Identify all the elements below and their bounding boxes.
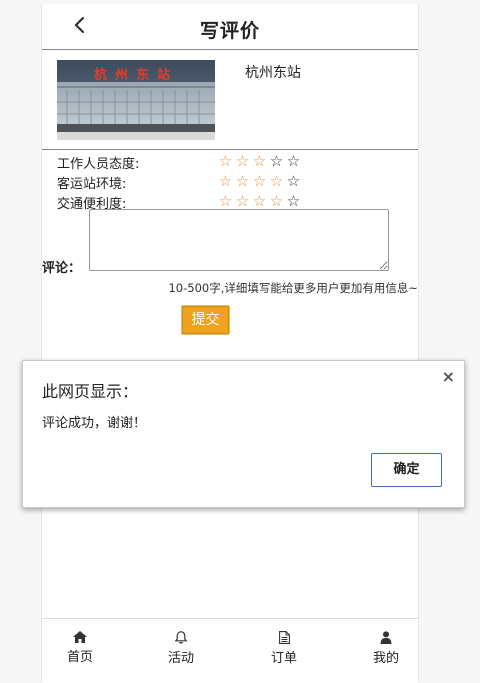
star-rating[interactable]: ☆ ☆ ☆ ☆ ☆ — [217, 151, 302, 171]
tab-home[interactable]: 首页 — [50, 619, 110, 677]
star-rating[interactable]: ☆ ☆ ☆ ☆ ☆ — [217, 171, 302, 191]
star-empty-icon[interactable]: ☆ — [268, 151, 285, 171]
star-filled-icon[interactable]: ☆ — [234, 171, 251, 191]
tab-label: 我的 — [372, 651, 399, 666]
star-filled-icon[interactable]: ☆ — [268, 191, 285, 211]
close-icon[interactable]: × — [442, 367, 455, 386]
tab-label: 活动 — [167, 651, 194, 666]
station-name: 杭州东站 — [245, 65, 301, 81]
station-info: 杭州东站 杭州东站 — [42, 50, 418, 150]
tab-activities[interactable]: 活动 — [151, 619, 211, 677]
bottom-tab-bar: 首页 活动 订单 我的 — [42, 618, 418, 683]
rating-row-staff-attitude: 工作人员态度: ☆ ☆ ☆ ☆ ☆ — [57, 152, 417, 172]
star-empty-icon[interactable]: ☆ — [285, 151, 302, 171]
comment-textarea[interactable] — [89, 209, 389, 271]
star-empty-icon[interactable]: ☆ — [285, 171, 302, 191]
app-page: 写评价 杭州东站 杭州东站 工作人员态度: ☆ ☆ ☆ ☆ ☆ 客运站环境: ☆… — [41, 4, 419, 683]
ok-button[interactable]: 确定 — [371, 453, 442, 487]
station-photo: 杭州东站 — [57, 60, 215, 140]
star-empty-icon[interactable]: ☆ — [285, 191, 302, 211]
rating-label: 工作人员态度: — [57, 157, 140, 172]
station-photo-sign: 杭州东站 — [94, 67, 178, 83]
document-icon — [278, 631, 290, 644]
star-filled-icon[interactable]: ☆ — [234, 151, 251, 171]
tab-label: 订单 — [270, 651, 297, 666]
tab-profile[interactable]: 我的 — [356, 619, 416, 677]
rating-list: 工作人员态度: ☆ ☆ ☆ ☆ ☆ 客运站环境: ☆ ☆ ☆ ☆ ☆ 交通便利度: ☆ ☆ ☆ ☆ ☆ — [57, 152, 417, 212]
star-filled-icon[interactable]: ☆ — [234, 191, 251, 211]
header: 写评价 — [42, 4, 418, 50]
rating-label: 客运站环境: — [57, 177, 127, 192]
star-rating[interactable]: ☆ ☆ ☆ ☆ ☆ — [217, 191, 302, 211]
comment-label: 评论： — [42, 261, 82, 276]
dialog-title: 此网页显示： — [42, 382, 139, 401]
comment-hint: 10-500字,详细填写能给更多用户更加有用信息~ — [168, 281, 418, 295]
bell-icon — [175, 631, 187, 644]
submit-button[interactable]: 提交 — [182, 306, 229, 334]
alert-dialog: 此网页显示： × 评论成功，谢谢！ 确定 — [22, 360, 465, 508]
star-filled-icon[interactable]: ☆ — [251, 191, 268, 211]
star-filled-icon[interactable]: ☆ — [251, 171, 268, 191]
user-icon — [380, 631, 392, 644]
page-title: 写评价 — [199, 20, 260, 42]
star-filled-icon[interactable]: ☆ — [251, 151, 268, 171]
rating-row-station-environment: 客运站环境: ☆ ☆ ☆ ☆ ☆ — [57, 172, 417, 192]
star-filled-icon[interactable]: ☆ — [217, 191, 234, 211]
star-filled-icon[interactable]: ☆ — [268, 171, 285, 191]
star-filled-icon[interactable]: ☆ — [217, 151, 234, 171]
tab-orders[interactable]: 订单 — [254, 619, 314, 677]
home-icon — [73, 631, 87, 643]
dialog-message: 评论成功，谢谢！ — [42, 416, 147, 431]
tab-label: 首页 — [66, 650, 93, 665]
star-filled-icon[interactable]: ☆ — [217, 171, 234, 191]
